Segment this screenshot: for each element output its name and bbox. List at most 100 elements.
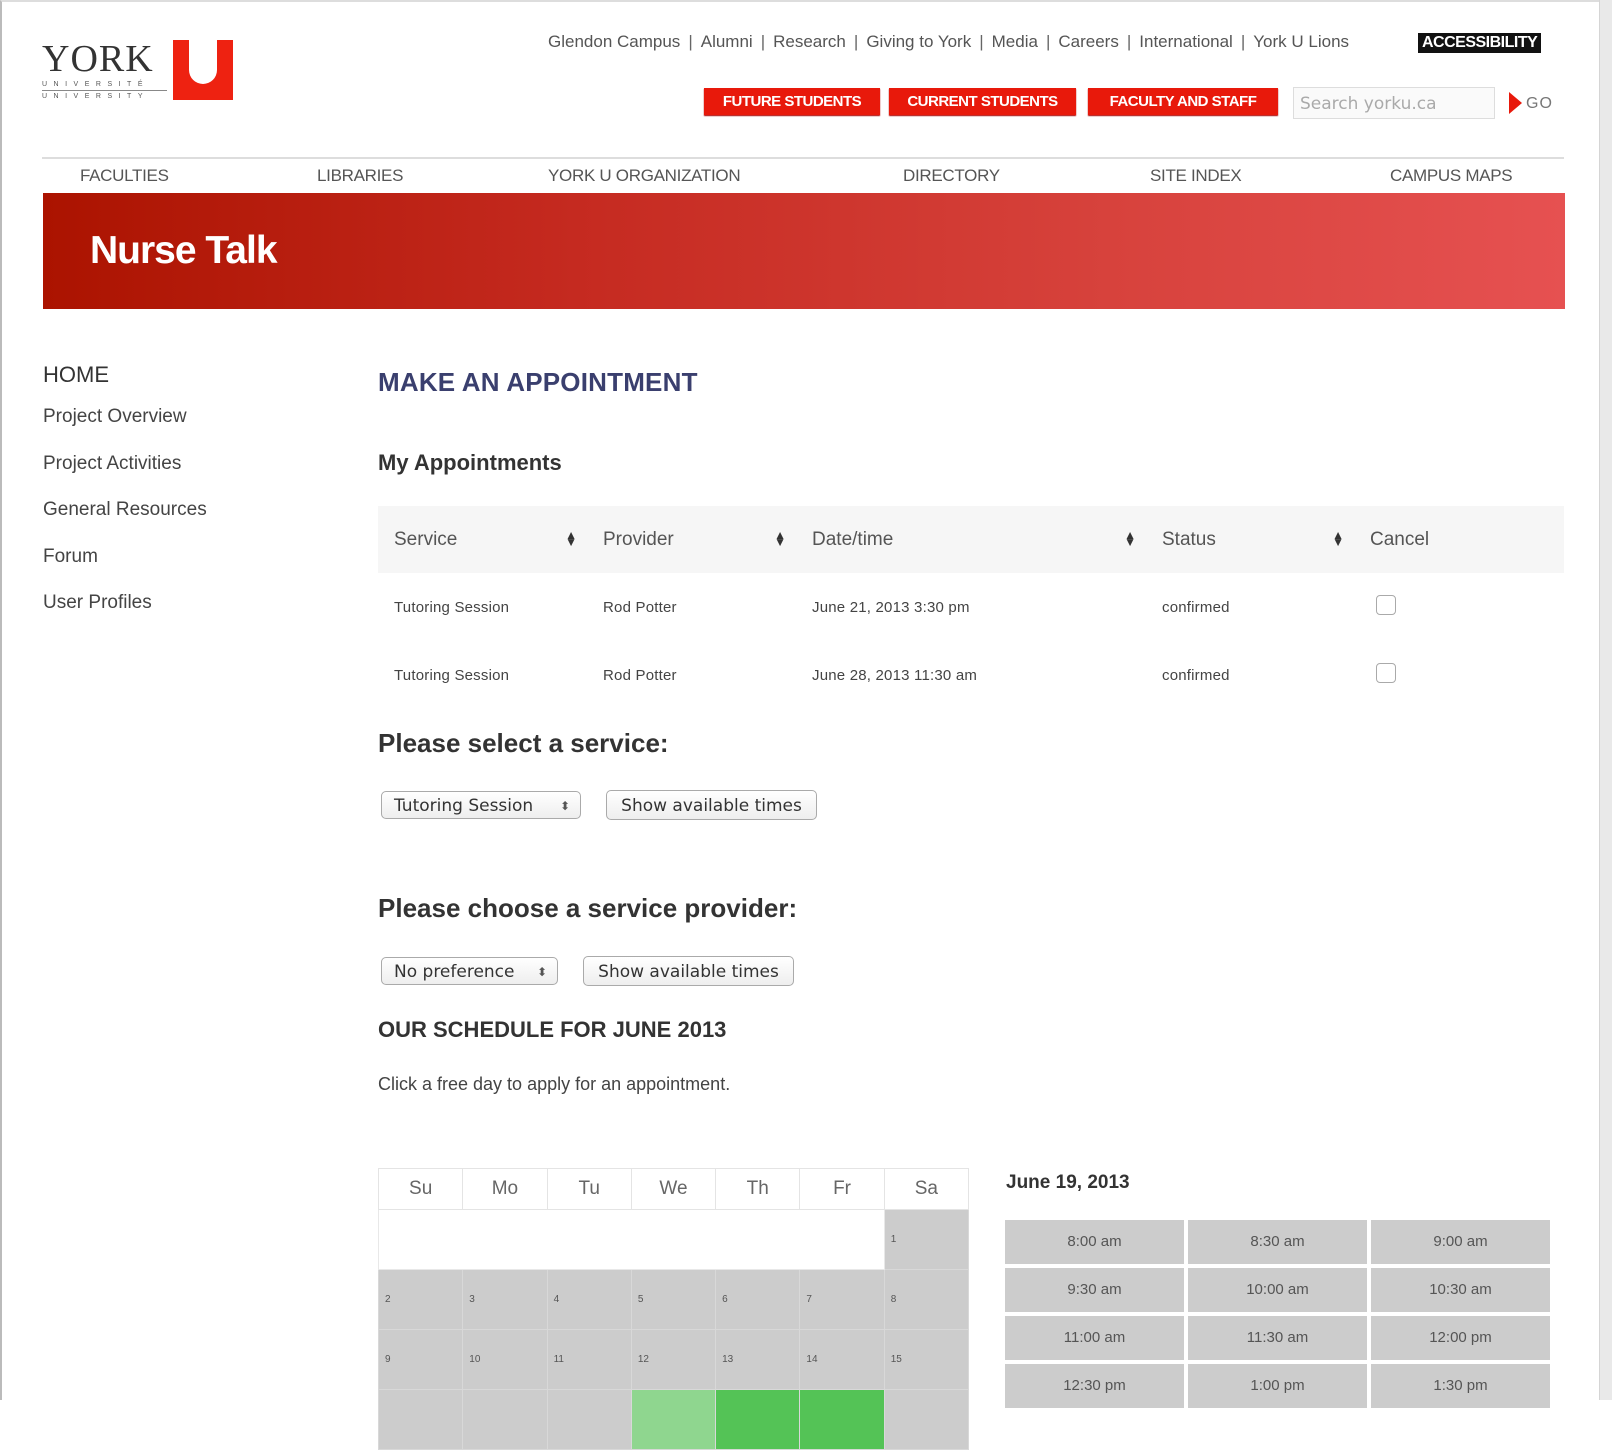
- column-label: Date/time: [812, 528, 894, 550]
- sidebar-item-general-resources[interactable]: General Resources: [43, 499, 207, 546]
- calendar-day[interactable]: 8: [883, 1269, 970, 1330]
- logo-wordmark: YORK: [42, 38, 154, 80]
- top-link[interactable]: Glendon Campus: [548, 32, 680, 52]
- calendar-day[interactable]: 4: [546, 1269, 632, 1330]
- time-slot[interactable]: 8:30 am: [1188, 1220, 1367, 1264]
- nav-campus-maps[interactable]: CAMPUS MAPS: [1390, 166, 1513, 186]
- show-times-service-button[interactable]: Show available times: [606, 790, 817, 820]
- sidebar-item-project-activities[interactable]: Project Activities: [43, 453, 207, 500]
- nav-site-index[interactable]: SITE INDEX: [1150, 166, 1242, 186]
- site-title: Nurse Talk: [90, 229, 278, 272]
- selected-date-label: June 19, 2013: [1006, 1172, 1130, 1193]
- nav-faculties[interactable]: FACULTIES: [80, 166, 169, 186]
- calendar-day[interactable]: [883, 1389, 970, 1450]
- sidebar-item-user-profiles[interactable]: User Profiles: [43, 592, 207, 639]
- nav-directory[interactable]: DIRECTORY: [903, 166, 1000, 186]
- calendar-day[interactable]: [377, 1389, 464, 1450]
- show-times-provider-button[interactable]: Show available times: [583, 956, 794, 986]
- time-slot[interactable]: 1:00 pm: [1188, 1364, 1367, 1408]
- accessibility-link[interactable]: ACCESSIBILITY: [1418, 33, 1542, 53]
- top-link[interactable]: Media: [992, 32, 1038, 52]
- calendar-week: 2 3 4 5 6 7 8: [377, 1269, 970, 1330]
- calendar-day[interactable]: 11: [546, 1329, 632, 1390]
- search-input[interactable]: Search yorku.ca: [1293, 87, 1495, 119]
- time-slot[interactable]: 10:30 am: [1371, 1268, 1550, 1312]
- top-link[interactable]: York U Lions: [1253, 32, 1349, 52]
- calendar-day[interactable]: [462, 1389, 548, 1450]
- top-link[interactable]: International: [1139, 32, 1233, 52]
- logo-divider: [42, 90, 167, 91]
- service-select-value: Tutoring Session: [394, 796, 534, 816]
- time-slot[interactable]: 1:30 pm: [1371, 1364, 1550, 1408]
- scrollbar[interactable]: [1599, 0, 1612, 1400]
- time-slot[interactable]: 9:00 am: [1371, 1220, 1550, 1264]
- sort-icon[interactable]: ▲ ▼: [774, 529, 786, 548]
- calendar-day[interactable]: 3: [462, 1269, 548, 1330]
- calendar-day[interactable]: 5: [630, 1269, 717, 1330]
- time-slot[interactable]: 10:00 am: [1188, 1268, 1367, 1312]
- weekday-label: Mo: [462, 1168, 548, 1210]
- current-students-button[interactable]: CURRENT STUDENTS: [889, 88, 1076, 115]
- column-header-service[interactable]: Service ▲ ▼: [378, 506, 587, 573]
- calendar-day-free[interactable]: [630, 1389, 717, 1450]
- sidebar-item-home[interactable]: HOME: [43, 362, 207, 406]
- calendar-day[interactable]: 15: [883, 1329, 970, 1390]
- faculty-and-staff-button[interactable]: FACULTY AND STAFF: [1088, 88, 1278, 115]
- cancel-checkbox[interactable]: [1376, 595, 1396, 615]
- york-university-logo[interactable]: YORK UNIVERSITÉ UNIVERSITY: [42, 40, 242, 104]
- time-slot[interactable]: 8:00 am: [1005, 1220, 1184, 1264]
- time-slot[interactable]: 12:00 pm: [1371, 1316, 1550, 1360]
- separator: |: [1045, 32, 1051, 51]
- sidebar-item-forum[interactable]: Forum: [43, 546, 207, 593]
- time-slot[interactable]: 11:30 am: [1188, 1316, 1367, 1360]
- nav-york-u-organization[interactable]: YORK U ORGANIZATION: [548, 166, 741, 186]
- calendar-day[interactable]: 6: [715, 1269, 801, 1330]
- cell-cancel: [1354, 573, 1564, 641]
- calendar-day[interactable]: [546, 1389, 632, 1450]
- top-link[interactable]: Careers: [1058, 32, 1118, 52]
- sort-icon[interactable]: ▲ ▼: [1332, 529, 1344, 548]
- appointments-table: Service ▲ ▼ Provider ▲ ▼ Date/time ▲ ▼ Status ▲…: [378, 506, 1564, 709]
- top-link[interactable]: Giving to York: [866, 32, 971, 52]
- provider-select[interactable]: No preference ⬍: [381, 957, 558, 985]
- calendar-day[interactable]: 1: [883, 1209, 970, 1270]
- service-select[interactable]: Tutoring Session ⬍: [381, 791, 581, 819]
- sidebar-item-project-overview[interactable]: Project Overview: [43, 406, 207, 453]
- calendar-day-free[interactable]: [715, 1389, 801, 1450]
- sort-icon[interactable]: ▲ ▼: [1124, 529, 1136, 548]
- schedule-instructions: Click a free day to apply for an appoint…: [378, 1074, 731, 1094]
- calendar-day[interactable]: 10: [462, 1329, 548, 1390]
- go-arrow-icon[interactable]: [1509, 92, 1522, 114]
- top-links: Glendon Campus | Alumni | Research | Giving…: [548, 32, 1349, 52]
- time-slot[interactable]: 12:30 pm: [1005, 1364, 1184, 1408]
- cancel-checkbox[interactable]: [1376, 663, 1396, 683]
- time-slot[interactable]: 9:30 am: [1005, 1268, 1184, 1312]
- separator: |: [1240, 32, 1246, 51]
- calendar-day-free[interactable]: [799, 1389, 885, 1450]
- select-arrows-icon: ⬍: [559, 799, 570, 813]
- service-heading: Please select a service:: [378, 728, 669, 758]
- cell-cancel: [1354, 641, 1564, 709]
- calendar-day[interactable]: 13: [715, 1329, 801, 1390]
- nav-libraries[interactable]: LIBRARIES: [317, 166, 403, 186]
- calendar-day[interactable]: 9: [377, 1329, 464, 1390]
- column-header-datetime[interactable]: Date/time ▲ ▼: [796, 506, 1146, 573]
- separator: |: [760, 32, 766, 51]
- column-header-status[interactable]: Status ▲ ▼: [1146, 506, 1354, 573]
- top-link[interactable]: Alumni: [701, 32, 753, 52]
- weekday-label: Th: [715, 1168, 801, 1210]
- calendar-day[interactable]: 2: [377, 1269, 464, 1330]
- column-header-provider[interactable]: Provider ▲ ▼: [587, 506, 796, 573]
- top-link[interactable]: Research: [773, 32, 846, 52]
- sort-icon[interactable]: ▲ ▼: [565, 529, 577, 548]
- calendar-day[interactable]: 7: [799, 1269, 885, 1330]
- calendar-day[interactable]: 12: [630, 1329, 717, 1390]
- weekday-label: Fr: [799, 1168, 885, 1210]
- calendar-day[interactable]: 14: [799, 1329, 885, 1390]
- future-students-button[interactable]: FUTURE STUDENTS: [704, 88, 880, 115]
- time-slot[interactable]: 11:00 am: [1005, 1316, 1184, 1360]
- calendar-week: 9 10 11 12 13 14 15: [377, 1329, 970, 1390]
- cell-service: Tutoring Session: [394, 598, 510, 616]
- go-button[interactable]: GO: [1526, 95, 1553, 113]
- logo-u-mark: [173, 40, 233, 100]
